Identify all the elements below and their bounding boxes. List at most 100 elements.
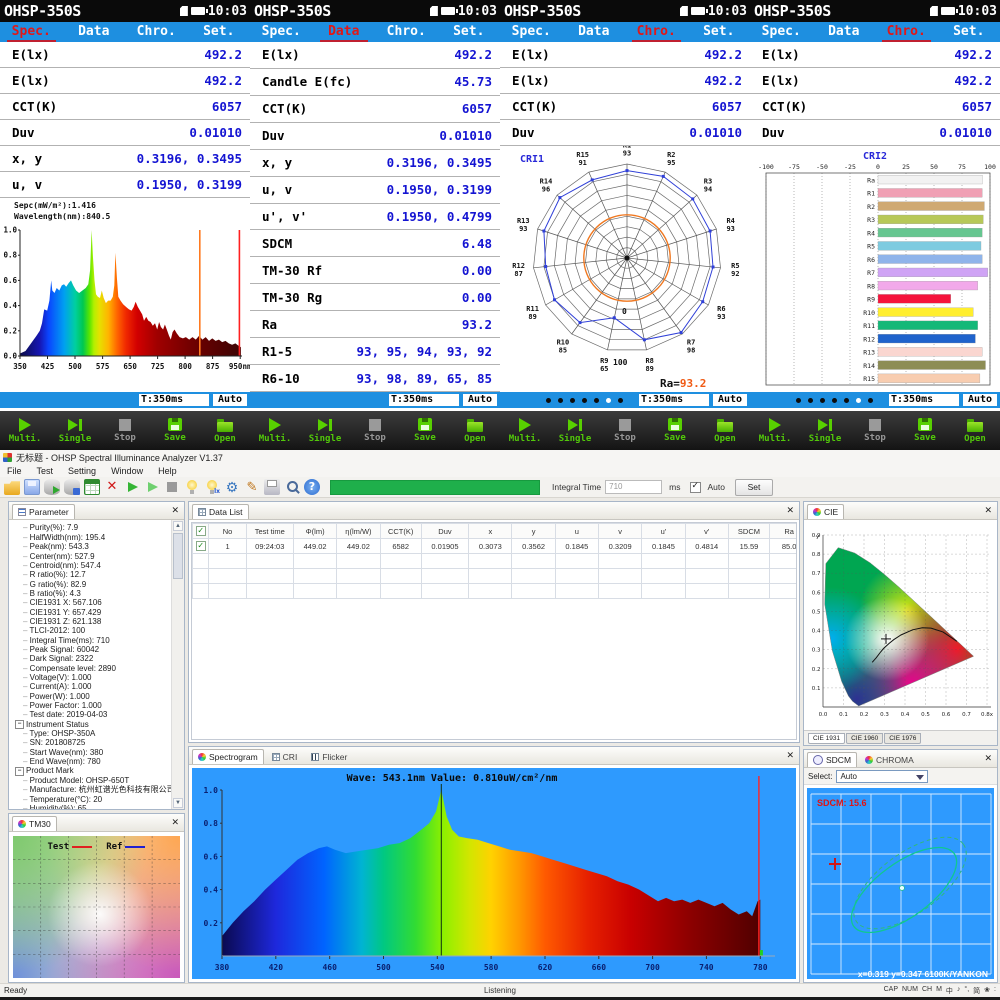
db-save-icon[interactable] (64, 479, 80, 495)
tree-item[interactable]: SN: 201808725 (14, 738, 171, 747)
integration-time-field[interactable]: T:350ms (639, 394, 709, 406)
tree-item[interactable]: Dark Signal: 2322 (14, 654, 171, 663)
close-icon[interactable]: ✕ (171, 818, 181, 828)
tree-item[interactable]: Purity(%): 7.9 (14, 523, 171, 532)
lamp-lx-icon[interactable]: lx (204, 479, 220, 495)
tree-item[interactable]: Power(W): 1.000 (14, 692, 171, 701)
tree-item[interactable]: CIE1931 Y: 657.429 (14, 608, 171, 617)
menu-help[interactable]: Help (158, 466, 177, 476)
lang-item[interactable]: 简 (973, 986, 980, 996)
tree-item[interactable]: Compensate level: 2890 (14, 664, 171, 673)
scroll-up-icon[interactable]: ▲ (173, 521, 183, 531)
stop-icon[interactable] (164, 479, 180, 495)
tree-item[interactable]: G ratio(%): 82.9 (14, 580, 171, 589)
tree-item[interactable]: Centroid(nm): 547.4 (14, 561, 171, 570)
save-button[interactable]: Save (650, 411, 700, 450)
tree-item[interactable]: Temperature(°C): 20 (14, 795, 171, 804)
data-table[interactable]: ✓NoTest timeΦ(lm)η(lm/W)CCT(K)Duvxyuvu'v… (191, 522, 797, 740)
tab-cie1931[interactable]: CIE 1931 (808, 733, 845, 744)
tree-item[interactable]: Start Wave(nm): 380 (14, 748, 171, 757)
device-tab-set[interactable]: Set. (688, 22, 751, 42)
spectrogram-chart[interactable]: Wave: 543.1nm Value: 0.810uW/cm²/nm1.00.… (192, 768, 796, 979)
close-icon[interactable]: ✕ (786, 506, 796, 516)
cie-chromaticity-chart[interactable]: 0.00.10.20.30.40.50.60.70.8x0.90.80.70.6… (807, 527, 995, 723)
device-tab-spec[interactable]: Spec. (250, 22, 313, 42)
set-button[interactable]: Set (735, 479, 773, 496)
run-single-icon[interactable] (144, 479, 160, 495)
column-header[interactable]: Duv (421, 524, 468, 539)
page-dots[interactable] (796, 398, 873, 403)
save-button[interactable]: Save (400, 411, 450, 450)
save-button[interactable]: Save (900, 411, 950, 450)
page-dot[interactable] (796, 398, 801, 403)
page-dots[interactable] (546, 398, 623, 403)
column-header[interactable]: SDCM (728, 524, 769, 539)
tree-item[interactable]: Humidity(%): 65 (14, 804, 171, 810)
open-file-icon[interactable] (4, 479, 20, 495)
device-tab-data[interactable]: Data (313, 22, 376, 42)
device-tab-data[interactable]: Data (563, 22, 626, 42)
tree-item[interactable]: Test date: 2019-04-03 (14, 710, 171, 719)
device-tab-spec[interactable]: Spec. (0, 22, 63, 42)
device-tab-data[interactable]: Data (813, 22, 876, 42)
select-all-checkbox[interactable]: ✓ (193, 524, 209, 539)
single-button[interactable]: Single (800, 411, 850, 450)
tree-item[interactable]: Power Factor: 1.000 (14, 701, 171, 710)
column-header[interactable]: x (469, 524, 512, 539)
lang-item[interactable]: °, (964, 986, 969, 996)
open-button[interactable]: Open (700, 411, 750, 450)
device-tab-chro[interactable]: Chro. (875, 22, 938, 42)
page-dot[interactable] (820, 398, 825, 403)
tree-item[interactable]: Product Model: OHSP-650T (14, 776, 171, 785)
lang-item[interactable]: NUM (902, 986, 918, 996)
tree-group[interactable]: −Product Mark (14, 766, 171, 775)
scrollbar[interactable]: ▲ ▼ (171, 520, 184, 809)
tree-item[interactable]: Type: OHSP-350A (14, 729, 171, 738)
stop-button[interactable]: Stop (850, 411, 900, 450)
print-icon[interactable] (264, 479, 280, 495)
auto-button[interactable]: Auto (463, 394, 497, 406)
integral-time-input[interactable]: 710 (605, 480, 662, 494)
integration-time-field[interactable]: T:350ms (389, 394, 459, 406)
tab-chroma[interactable]: CHROMA (859, 752, 920, 767)
page-dot[interactable] (832, 398, 837, 403)
page-dot[interactable] (618, 398, 623, 403)
tab-sdcm[interactable]: SDCM (807, 752, 857, 767)
close-icon[interactable]: ✕ (786, 751, 796, 761)
tree-item[interactable]: Current(A): 1.000 (14, 682, 171, 691)
settings-gear-icon[interactable] (224, 479, 240, 495)
tree-item[interactable]: Integral Time(ms): 710 (14, 636, 171, 645)
run-multi-icon[interactable] (124, 479, 140, 495)
page-dot[interactable] (808, 398, 813, 403)
device-tab-set[interactable]: Set. (938, 22, 1000, 42)
integration-time-field[interactable]: T:350ms (139, 394, 209, 406)
select-dropdown[interactable]: Auto (836, 770, 928, 783)
column-header[interactable]: v (599, 524, 642, 539)
tab-flicker[interactable]: Flicker (305, 749, 353, 764)
column-header[interactable]: y (512, 524, 555, 539)
auto-button[interactable]: Auto (713, 394, 747, 406)
help-icon[interactable] (304, 479, 320, 495)
db-export-icon[interactable] (44, 479, 60, 495)
menu-setting[interactable]: Setting (68, 466, 96, 476)
tab-spectrogram[interactable]: Spectrogram (192, 749, 264, 764)
multi-button[interactable]: Multi. (500, 411, 550, 450)
tree-item[interactable]: CIE1931 X: 567.106 (14, 598, 171, 607)
page-dot[interactable] (582, 398, 587, 403)
stop-button[interactable]: Stop (600, 411, 650, 450)
page-dot[interactable] (868, 398, 873, 403)
lang-item[interactable]: CH (922, 986, 932, 996)
multi-button[interactable]: Multi. (0, 411, 50, 450)
device-tab-data[interactable]: Data (63, 22, 126, 42)
tree-item[interactable]: R ratio(%): 12.7 (14, 570, 171, 579)
close-icon[interactable]: ✕ (984, 754, 994, 764)
open-button[interactable]: Open (450, 411, 500, 450)
page-dot[interactable] (844, 398, 849, 403)
page-dot[interactable] (570, 398, 575, 403)
table-row[interactable]: ✓109:24:03449.02449.0265820.019050.30730… (193, 539, 798, 554)
parameter-tree[interactable]: Purity(%): 7.9HalfWidth(nm): 195.4Peak(n… (9, 520, 171, 809)
tab-cri[interactable]: CRI (266, 749, 304, 764)
menu-test[interactable]: Test (37, 466, 54, 476)
tab-tm30[interactable]: TM30 (12, 816, 57, 831)
zoom-icon[interactable] (284, 479, 300, 495)
